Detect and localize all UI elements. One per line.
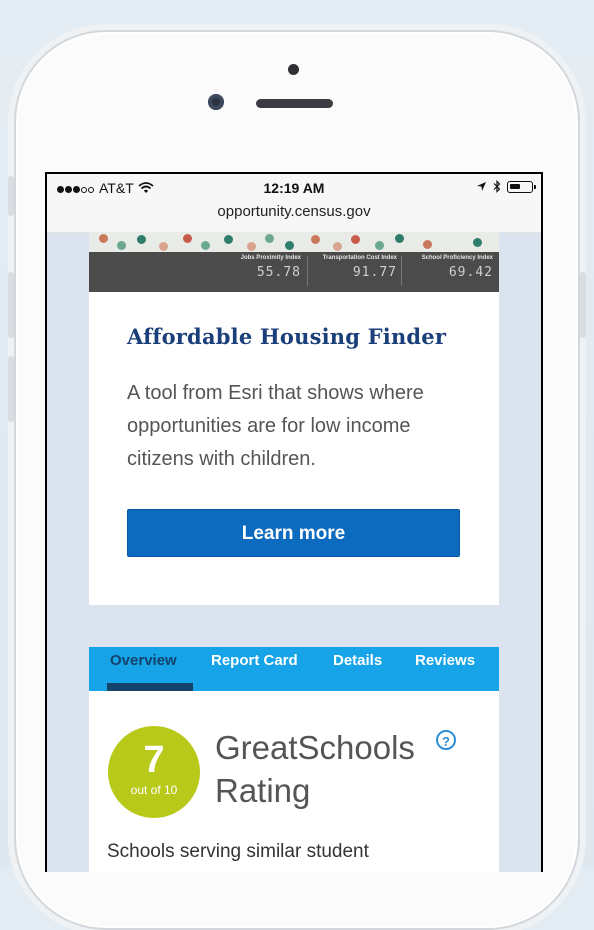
- address-bar-url[interactable]: opportunity.census.gov: [47, 203, 541, 220]
- card-title-link[interactable]: Affordable Housing Finder: [127, 324, 446, 349]
- stat-divider: [307, 256, 308, 286]
- rating-scale: out of 10: [130, 783, 178, 797]
- stat-school-proficiency: School Proficiency Index 69.42: [403, 255, 493, 280]
- volume-down-button: [8, 356, 14, 422]
- stat-value: 91.77: [352, 265, 397, 280]
- school-tabs: Overview Report Card Details Reviews: [89, 647, 499, 691]
- earpiece-speaker: [256, 99, 333, 108]
- volume-up-button: [8, 272, 14, 338]
- front-camera: [208, 94, 224, 110]
- learn-more-button[interactable]: Learn more: [127, 509, 460, 557]
- location-arrow-icon: [477, 182, 486, 191]
- stat-value: 69.42: [448, 265, 493, 280]
- tab-details[interactable]: Details: [333, 652, 382, 669]
- power-button: [580, 272, 586, 338]
- rating-title: GreatSchools Rating: [215, 729, 415, 809]
- phone-screen: AT&T 12:19 AM opportunity.census.gov Job…: [45, 172, 543, 872]
- stat-label: School Proficiency Index: [421, 255, 493, 261]
- stat-divider: [401, 256, 402, 286]
- card-description: A tool from Esri that shows where opport…: [127, 382, 424, 470]
- status-indicators: [476, 180, 536, 193]
- active-tab-indicator: [107, 683, 193, 691]
- tab-report-card[interactable]: Report Card: [211, 652, 298, 669]
- index-stats-bar: Jobs Proximity Index 55.78 Transportatio…: [89, 252, 499, 292]
- proximity-sensor: [288, 64, 299, 75]
- status-time: 12:19 AM: [263, 180, 325, 196]
- mute-switch: [8, 176, 14, 216]
- stat-label: Jobs Proximity Index: [240, 255, 301, 261]
- browser-viewport: AT&T 12:19 AM opportunity.census.gov Job…: [47, 174, 541, 872]
- status-bar: AT&T 12:19 AM opportunity.census.gov: [47, 174, 541, 233]
- rating-badge: 7 out of 10: [108, 726, 200, 818]
- stat-value: 55.78: [256, 265, 301, 280]
- rating-value: 7: [143, 739, 165, 781]
- stat-label: Transportation Cost Index: [322, 255, 397, 261]
- help-icon[interactable]: ?: [436, 730, 456, 750]
- bluetooth-icon: [493, 180, 501, 193]
- housing-finder-card: Jobs Proximity Index 55.78 Transportatio…: [89, 232, 499, 605]
- stat-transportation-cost: Transportation Cost Index 91.77: [309, 255, 397, 280]
- school-rating-card: Overview Report Card Details Reviews 7 o…: [89, 647, 499, 872]
- battery-icon: [507, 180, 536, 193]
- stat-jobs-proximity: Jobs Proximity Index 55.78: [211, 255, 301, 280]
- rating-description: Schools serving similar student: [107, 841, 369, 862]
- opportunity-map-thumbnail: [89, 232, 499, 252]
- tab-reviews[interactable]: Reviews: [415, 652, 475, 669]
- tab-overview[interactable]: Overview: [110, 652, 177, 669]
